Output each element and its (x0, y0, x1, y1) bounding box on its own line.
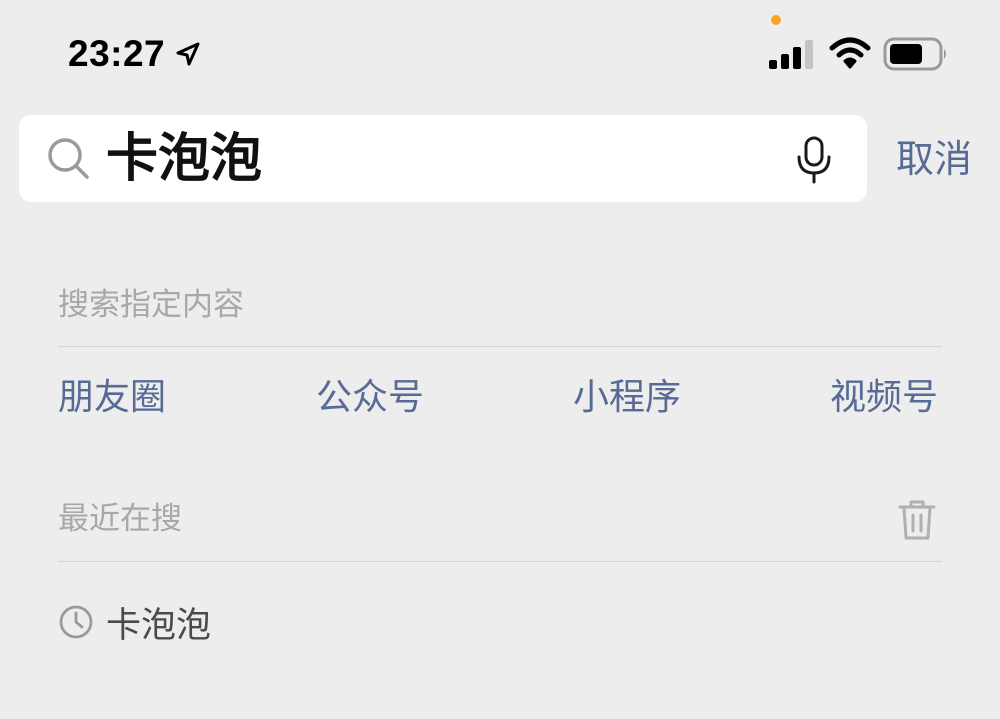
recent-search-item[interactable]: 卡泡泡 (58, 598, 211, 646)
battery-icon (883, 36, 949, 72)
microphone-icon[interactable] (794, 135, 834, 185)
wifi-icon (829, 36, 871, 70)
recent-searches-header: 最近在搜 (58, 501, 182, 537)
search-input[interactable]: 卡泡泡 (106, 124, 262, 194)
trash-icon[interactable] (897, 498, 937, 542)
divider (58, 346, 942, 347)
search-type-official-accounts[interactable]: 公众号 (316, 374, 424, 422)
location-arrow-icon (175, 41, 201, 67)
status-time-group: 23:27 (68, 30, 201, 78)
search-types-header: 搜索指定内容 (58, 287, 244, 323)
search-type-channels[interactable]: 视频号 (830, 374, 938, 422)
status-bar: 23:27 (0, 0, 1000, 100)
divider (58, 561, 942, 562)
search-type-moments[interactable]: 朋友圈 (58, 374, 166, 422)
cancel-button[interactable]: 取消 (896, 134, 972, 184)
recording-dot (771, 15, 781, 25)
status-time: 23:27 (68, 33, 166, 74)
recent-search-label: 卡泡泡 (106, 605, 212, 646)
search-type-mini-programs[interactable]: 小程序 (573, 374, 681, 422)
clock-icon (58, 604, 94, 640)
search-icon (46, 136, 92, 182)
signal-icon (769, 38, 815, 70)
